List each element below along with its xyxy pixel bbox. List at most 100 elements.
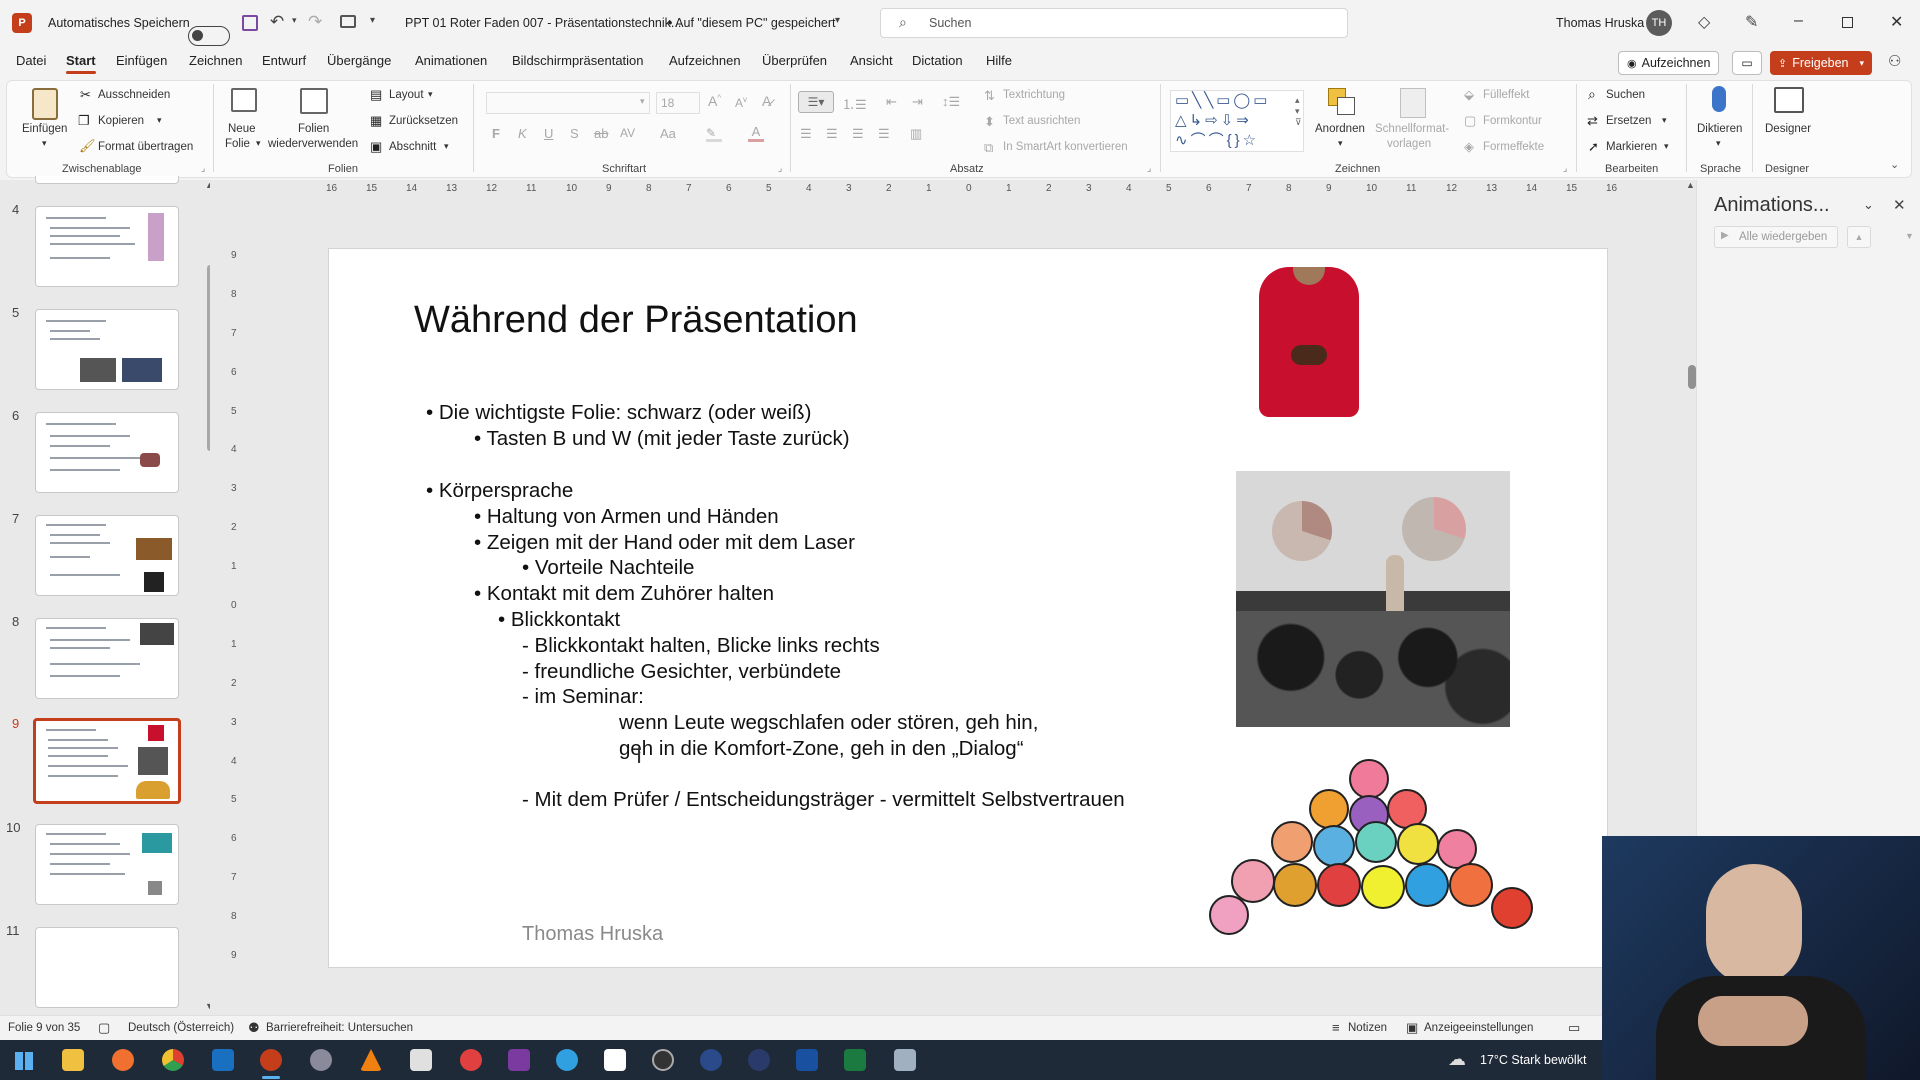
save-location-chevron-icon[interactable]: ▾ (835, 15, 840, 26)
normal-view-icon[interactable]: ▭ (1568, 1020, 1580, 1036)
slide-thumbnail-6[interactable] (35, 412, 179, 493)
slide-bullet[interactable]: geh in die Komfort-Zone, geh in den „Dia… (619, 737, 1024, 761)
slide-bullet[interactable]: • Blickkontakt (498, 608, 620, 632)
slide-thumbnail-5[interactable] (35, 309, 179, 390)
slide-bullet[interactable]: - freundliche Gesichter, verbündete (522, 660, 841, 684)
slide-bullet[interactable]: - Blickkontakt halten, Blicke links rech… (522, 634, 880, 658)
numbering-icon[interactable]: ⒈☰ (842, 94, 867, 113)
undo-dropdown-icon[interactable]: ▾ (292, 15, 297, 26)
align-center-icon[interactable]: ☰ (826, 126, 838, 142)
align-left-icon[interactable]: ☰ (800, 126, 812, 142)
shape-outline-icon[interactable]: ▢ (1464, 113, 1476, 129)
slide-bullet[interactable]: • Körpersprache (426, 479, 573, 503)
tab-einfuegen[interactable]: Einfügen (116, 53, 167, 68)
shape-effects-icon[interactable]: ◈ (1464, 139, 1474, 155)
dictate-button[interactable]: Diktieren (1697, 123, 1742, 135)
ribbon-collapse-icon[interactable]: ⌄ (1890, 158, 1899, 171)
app-icon[interactable] (310, 1049, 332, 1071)
comments-button[interactable]: ▭ (1732, 51, 1762, 75)
slide-bullet[interactable]: - Mit dem Prüfer / Entscheidungsträger -… (522, 788, 1125, 812)
char-spacing-icon[interactable]: AV (620, 126, 635, 140)
copy-button[interactable]: Kopieren (98, 115, 144, 127)
section-icon[interactable]: ▣ (370, 139, 382, 155)
restore-icon[interactable] (1842, 17, 1853, 28)
shape-fill-button[interactable]: Fülleffekt (1483, 89, 1529, 101)
text-direction-icon[interactable]: ⇅ (984, 88, 995, 104)
vlc-icon[interactable] (360, 1049, 382, 1071)
telegram-icon[interactable] (556, 1049, 578, 1071)
tab-hilfe[interactable]: Hilfe (986, 53, 1012, 68)
new-slide-button-line2[interactable]: Folie (225, 138, 250, 150)
weather-text[interactable]: 17°C Stark bewölkt (1480, 1053, 1586, 1067)
layout-button[interactable]: Layout (389, 89, 424, 101)
language-indicator[interactable]: Deutsch (Österreich) (128, 1022, 234, 1034)
shapes-gallery-scroll-icon[interactable]: ▴ ▾ ⊽ (1295, 95, 1302, 128)
font-size-input[interactable]: 18 (656, 92, 700, 114)
reset-button[interactable]: Zurücksetzen (389, 115, 458, 127)
align-text-icon[interactable]: ⬍ (984, 114, 995, 130)
user-name[interactable]: Thomas Hruska (1556, 16, 1644, 30)
select-chevron-icon[interactable]: ▾ (1664, 141, 1669, 152)
word-icon[interactable] (796, 1049, 818, 1071)
app-icon[interactable] (460, 1049, 482, 1071)
excel-icon[interactable] (844, 1049, 866, 1071)
format-painter-icon[interactable]: 🖌 (79, 138, 96, 154)
accessibility-checker[interactable]: Barrierefreiheit: Untersuchen (266, 1022, 413, 1034)
increase-indent-icon[interactable]: ⇥ (912, 94, 923, 110)
presentation-audience-image[interactable] (1236, 471, 1510, 727)
slide-bullet[interactable]: • Die wichtigste Folie: schwarz (oder we… (426, 401, 811, 425)
cartoon-faces-image[interactable] (1209, 759, 1539, 939)
user-avatar[interactable]: TH (1646, 10, 1672, 36)
reset-icon[interactable]: ▦ (370, 113, 382, 129)
coauthor-icon[interactable]: ⚇ (1888, 52, 1901, 70)
chrome-icon[interactable] (162, 1049, 184, 1071)
weather-icon[interactable]: ☁ (1448, 1049, 1466, 1070)
animations-pane-options-icon[interactable]: ⌄ (1863, 197, 1874, 213)
find-icon[interactable]: ⌕ (1588, 86, 1596, 103)
replace-button[interactable]: Ersetzen (1606, 115, 1651, 127)
select-icon[interactable]: ➚ (1588, 139, 1599, 155)
document-title[interactable]: PPT 01 Roter Faden 007 - Präsentationste… (405, 16, 681, 30)
minimize-icon[interactable]: – (1794, 12, 1803, 30)
tab-entwurf[interactable]: Entwurf (262, 53, 306, 68)
bold-icon[interactable]: F (492, 126, 500, 141)
shadow-icon[interactable]: S (570, 126, 579, 141)
slide-bullet[interactable]: - im Seminar: (522, 685, 644, 709)
highlight-color-icon[interactable]: ✎ (706, 126, 722, 142)
tab-aufzeichnen[interactable]: Aufzeichnen (669, 53, 741, 68)
play-all-button[interactable]: ▶ Alle wiedergeben (1714, 226, 1838, 248)
smartart-icon[interactable]: ⧉ (984, 140, 993, 156)
layout-icon[interactable]: ▤ (370, 87, 382, 103)
save-location[interactable]: • Auf "diesem PC" gespeichert (668, 16, 836, 30)
tab-datei[interactable]: Datei (16, 53, 46, 68)
onenote-icon[interactable] (508, 1049, 530, 1071)
select-button[interactable]: Markieren (1606, 141, 1657, 153)
slide-bullet[interactable]: wenn Leute wegschlafen oder stören, geh … (619, 711, 1038, 735)
font-name-chevron-icon[interactable]: ▾ (640, 96, 645, 107)
bullets-button[interactable]: ☰▾ (798, 91, 834, 113)
tab-bildschirmpraesentation[interactable]: Bildschirmpräsentation (512, 53, 644, 68)
app-icon[interactable] (748, 1049, 770, 1071)
clipboard-launcher-icon[interactable]: ⌟ (201, 163, 205, 174)
slide-thumbnail-9-selected[interactable] (33, 718, 181, 804)
woman-red-dress-image[interactable] (1241, 267, 1376, 417)
quick-styles-button[interactable]: Schnellformat- (1375, 123, 1449, 135)
designer-button[interactable]: Designer (1765, 123, 1811, 135)
copy-icon[interactable]: ❐ (78, 113, 90, 129)
record-button[interactable]: ◉ Aufzeichnen (1618, 51, 1720, 75)
italic-icon[interactable]: K (518, 126, 527, 141)
shape-fill-icon[interactable]: ⬙ (1464, 87, 1474, 103)
designer-icon[interactable] (1774, 87, 1804, 113)
new-slide-button[interactable]: Neue (228, 123, 256, 135)
slide-thumbnail-11[interactable] (35, 927, 179, 1008)
animations-pane-close-icon[interactable]: ✕ (1893, 196, 1906, 214)
paragraph-launcher-icon[interactable]: ⌟ (1147, 163, 1151, 174)
pen-icon[interactable]: ✎ (1745, 12, 1758, 32)
powerpoint-taskbar-icon[interactable] (260, 1049, 282, 1071)
find-button[interactable]: Suchen (1606, 89, 1645, 101)
slide-scrollbar[interactable] (1688, 365, 1696, 389)
reuse-slides-icon[interactable] (300, 88, 328, 114)
new-slide-icon[interactable] (231, 88, 257, 112)
app-icon[interactable] (700, 1049, 722, 1071)
app-icon[interactable] (652, 1049, 674, 1071)
